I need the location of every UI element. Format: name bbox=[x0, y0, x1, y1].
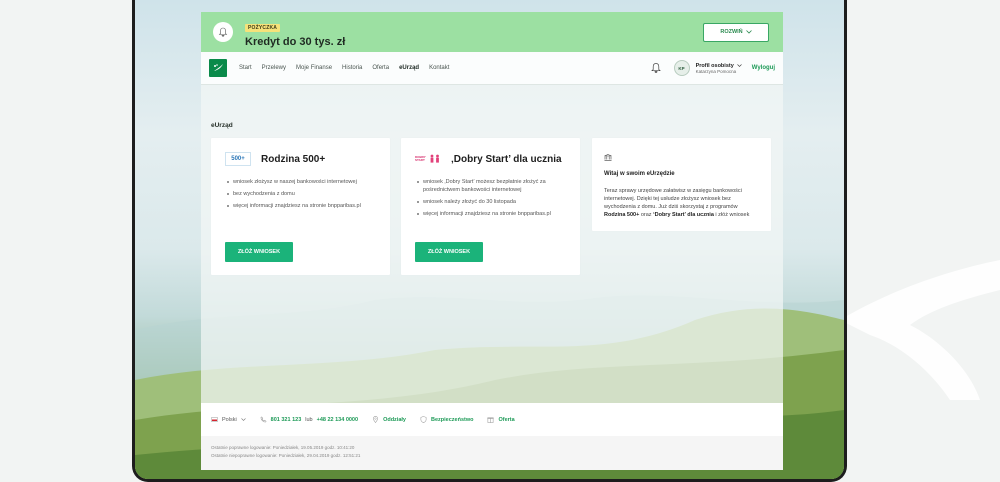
profile-menu[interactable]: Profil osobisty Katarzyna Pomocna bbox=[696, 63, 742, 74]
profile-name: Katarzyna Pomocna bbox=[695, 68, 737, 74]
gift-icon bbox=[487, 417, 495, 423]
notifications-bell-icon[interactable] bbox=[650, 62, 662, 74]
welcome-text: Teraz sprawy urzędowe załatwisz w zasięg… bbox=[604, 188, 750, 218]
bell-icon bbox=[213, 22, 233, 42]
list-item: bez wychodzenia z domu bbox=[227, 190, 376, 198]
location-pin-icon bbox=[373, 416, 379, 423]
submit-application-button[interactable]: ZŁÓŻ WNIOSEK bbox=[225, 242, 293, 262]
list-item: wniosek złożysz w naszej bankowości inte… bbox=[227, 178, 376, 186]
nav-item-oferta[interactable]: Oferta bbox=[372, 65, 389, 71]
expand-button[interactable]: ROZWIŃ bbox=[703, 22, 769, 42]
expand-button-label: ROZWIŃ bbox=[720, 29, 743, 35]
nav-item-historia[interactable]: Historia bbox=[342, 65, 362, 71]
login-info: Ostatnie poprawne logowanie: Poniedziałe… bbox=[201, 436, 783, 470]
list-item: wniosek należy złożyć do 30 listopada bbox=[417, 198, 566, 206]
phone-icon bbox=[260, 416, 267, 423]
last-failed-login: Ostatnie niepoprawne logowanie: Poniedzi… bbox=[211, 453, 361, 458]
nav-item-eurzad[interactable]: eUrząd bbox=[399, 65, 419, 71]
page-title: eUrząd bbox=[211, 122, 233, 129]
submit-application-button[interactable]: ZŁÓŻ WNIOSEK bbox=[415, 242, 483, 262]
card-bullets: wniosek złożysz w naszej bankowości inte… bbox=[211, 168, 390, 210]
promo-title: Kredyt do 30 tys. zł bbox=[245, 36, 346, 48]
offer-link[interactable]: Oferta bbox=[487, 416, 515, 423]
security-link[interactable]: Bezpieczeństwo bbox=[420, 416, 473, 423]
poland-flag-icon bbox=[211, 417, 218, 422]
language-selector[interactable]: Polski bbox=[211, 417, 246, 423]
welcome-title: Witaj w swoim eUrzędzie bbox=[604, 171, 675, 177]
nav-item-moje-finanse[interactable]: Moje Finanse bbox=[296, 65, 332, 71]
card-title: ‚Dobry Start’ dla ucznia bbox=[451, 153, 562, 165]
device-frame: POŻYCZKA Kredyt do 30 tys. zł ROZWIŃ Sta… bbox=[132, 0, 847, 482]
list-item: więcej informacji znajdziesz na stronie … bbox=[227, 202, 376, 210]
welcome-card: Witaj w swoim eUrzędzie Teraz sprawy urz… bbox=[592, 138, 771, 231]
last-successful-login: Ostatnie poprawne logowanie: Poniedziałe… bbox=[211, 445, 355, 450]
avatar[interactable]: KP bbox=[673, 60, 690, 76]
nav-item-przelewy[interactable]: Przelewy bbox=[262, 65, 286, 71]
bank-app-window: POŻYCZKA Kredyt do 30 tys. zł ROZWIŃ Sta… bbox=[201, 12, 783, 470]
profile-label: Profil osobisty bbox=[695, 62, 734, 69]
list-item: więcej informacji znajdziesz na stronie … bbox=[417, 210, 566, 218]
list-item: wniosek ‚Dobry Start’ możesz bezpłatnie … bbox=[417, 178, 566, 194]
government-building-icon bbox=[604, 154, 612, 161]
footer: Polski 801 321 123 lub +48 22 134 0000 O… bbox=[201, 403, 783, 436]
promo-badge: POŻYCZKA bbox=[245, 24, 281, 32]
promo-banner: POŻYCZKA Kredyt do 30 tys. zł ROZWIŃ bbox=[201, 12, 783, 52]
promo-text: POŻYCZKA Kredyt do 30 tys. zł bbox=[245, 16, 703, 48]
chevron-down-icon bbox=[737, 64, 742, 67]
branches-link[interactable]: Oddziały bbox=[372, 416, 406, 423]
main-nav: Start Przelewy Moje Finanse Historia Ofe… bbox=[201, 52, 783, 85]
children-icon bbox=[430, 154, 439, 163]
phone-contact[interactable]: 801 321 123 lub +48 22 134 0000 bbox=[260, 416, 358, 423]
logout-link[interactable]: Wyloguj bbox=[752, 65, 775, 71]
nav-item-start[interactable]: Start bbox=[239, 65, 252, 71]
chevron-down-icon bbox=[240, 418, 246, 421]
nav-item-kontakt[interactable]: Kontakt bbox=[429, 65, 449, 71]
dobry-start-card: DOBRY START ‚Dobry Start’ dla ucznia wni… bbox=[401, 138, 580, 275]
shield-icon bbox=[420, 416, 427, 423]
dobry-start-logo-text: DOBRY START bbox=[415, 154, 426, 162]
card-bullets: wniosek ‚Dobry Start’ możesz bezpłatnie … bbox=[401, 168, 580, 218]
dobry-start-logo: DOBRY START bbox=[415, 152, 443, 166]
rodzina-500-logo: 500+ bbox=[225, 152, 251, 166]
bank-logo-icon[interactable] bbox=[209, 59, 227, 77]
rodzina-500-card: 500+ Rodzina 500+ wniosek złożysz w nasz… bbox=[211, 138, 390, 275]
bird-swoosh-graphic bbox=[840, 260, 1000, 400]
nav-menu: Start Przelewy Moje Finanse Historia Ofe… bbox=[239, 65, 650, 71]
card-title: Rodzina 500+ bbox=[261, 153, 326, 165]
chevron-down-icon bbox=[745, 30, 752, 34]
